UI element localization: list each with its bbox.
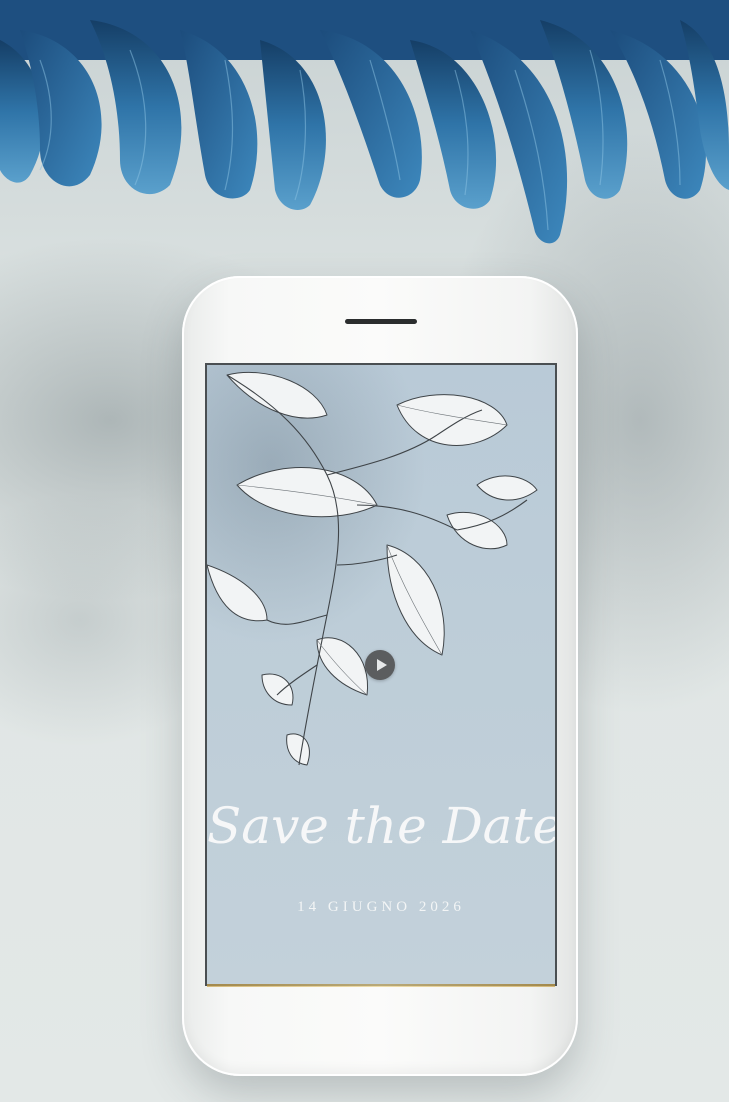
photo-scene: Save the Date 14 GIUGNO 2026 — [0, 0, 729, 1102]
phone-screen: Save the Date 14 GIUGNO 2026 — [205, 363, 557, 986]
play-video-button[interactable] — [365, 650, 395, 680]
blue-flowers-decoration — [0, 0, 729, 244]
play-icon — [376, 659, 387, 671]
screen-bottom-edge — [207, 984, 555, 987]
save-the-date-headline: Save the Date — [207, 797, 555, 855]
botanical-illustration — [207, 371, 538, 766]
event-date: 14 GIUGNO 2026 — [297, 899, 465, 915]
smartphone-mockup: Save the Date 14 GIUGNO 2026 — [182, 276, 578, 1076]
phone-speaker — [345, 319, 417, 324]
